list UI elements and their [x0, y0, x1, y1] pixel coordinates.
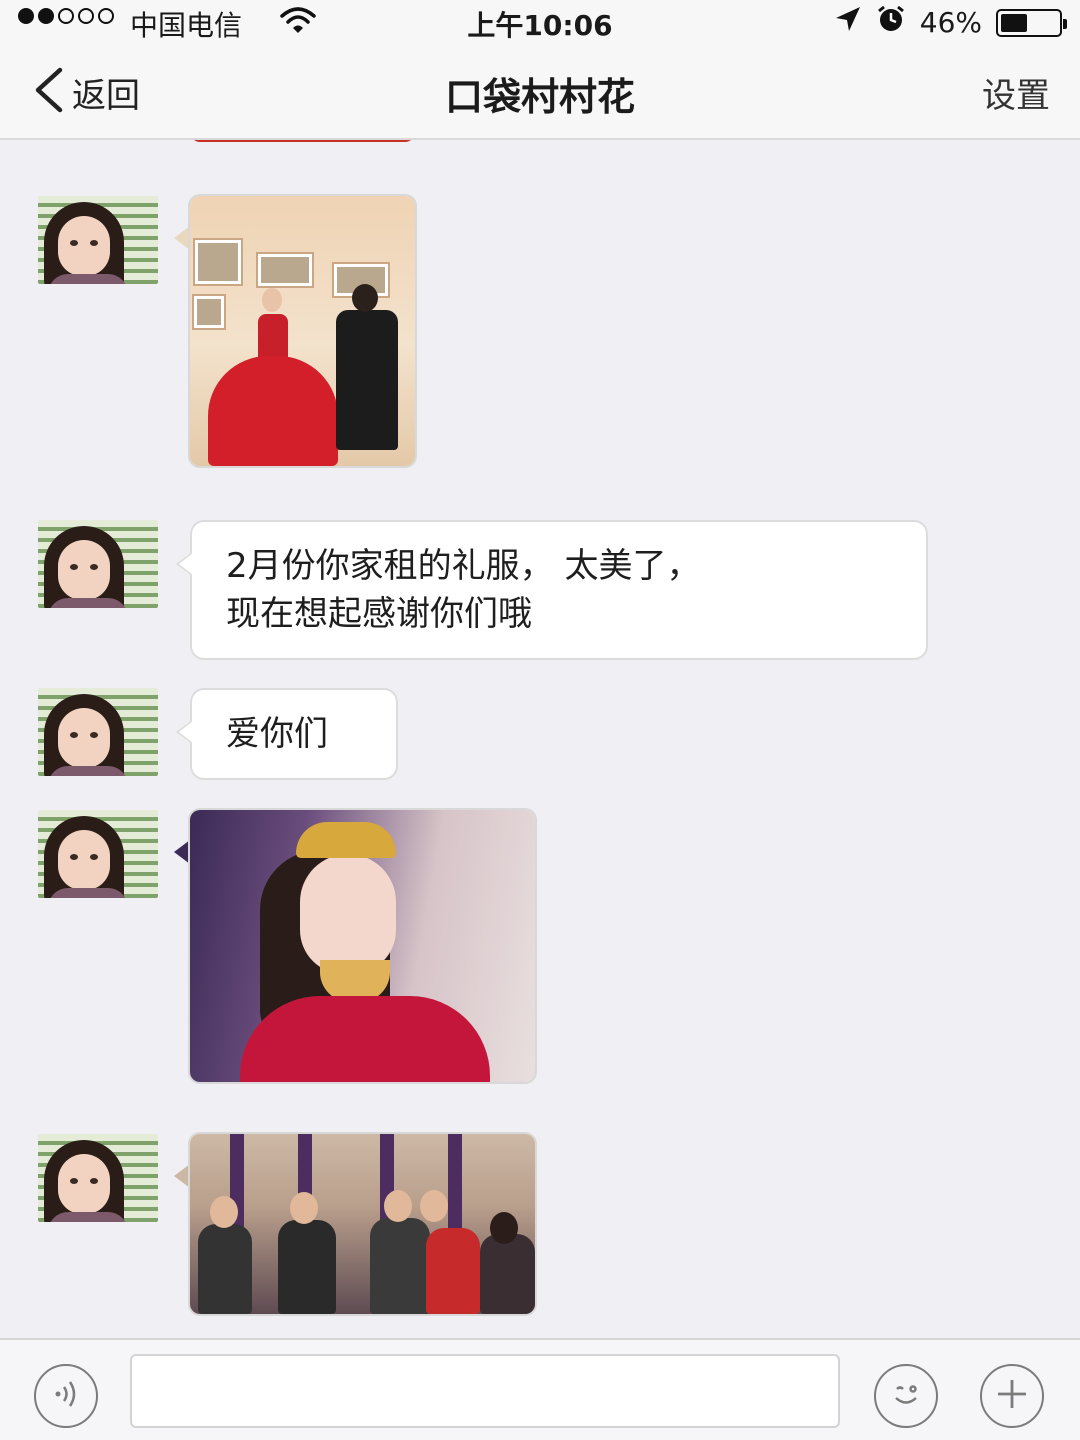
status-bar: 中国电信 上午10:06 46%	[0, 0, 1080, 44]
input-bar	[0, 1338, 1080, 1440]
previous-photo-edge	[190, 140, 415, 142]
location-arrow-icon	[834, 5, 862, 40]
voice-button[interactable]	[34, 1364, 98, 1428]
avatar[interactable]	[38, 520, 158, 608]
alarm-icon	[876, 4, 906, 41]
nav-bar: 返回 口袋村村花 设置	[0, 44, 1080, 140]
message-list[interactable]: 2月份你家租的礼服， 太美了， 现在想起感谢你们哦 爱你们	[0, 140, 1080, 1338]
message-text-line: 爱你们	[226, 714, 328, 754]
bubble-tail	[174, 226, 190, 250]
photo-message[interactable]	[190, 196, 415, 466]
message-input[interactable]	[130, 1354, 840, 1428]
text-message-bubble[interactable]: 爱你们	[176, 688, 398, 780]
photo-message[interactable]	[190, 810, 535, 1082]
plus-icon	[994, 1376, 1030, 1416]
chat-title: 口袋村村花	[444, 75, 635, 119]
battery-icon	[996, 8, 1067, 37]
bubble-tail	[174, 840, 190, 864]
message-text-line: 现在想起感谢你们哦	[226, 594, 532, 634]
avatar[interactable]	[38, 196, 158, 284]
photo-message[interactable]	[190, 1134, 535, 1314]
bubble-tail	[174, 1164, 190, 1188]
text-message-bubble[interactable]: 2月份你家租的礼服， 太美了， 现在想起感谢你们哦	[176, 520, 928, 660]
settings-button[interactable]: 设置	[982, 68, 1050, 117]
message-text-line: 2月份你家租的礼服， 太美了，	[226, 546, 701, 586]
chat-screen: 中国电信 上午10:06 46% 返回 口袋村村花 设置 2月份你家租的礼服， …	[0, 0, 1080, 1440]
emoji-button[interactable]	[874, 1364, 938, 1428]
emoji-icon	[886, 1374, 926, 1418]
plus-button[interactable]	[980, 1364, 1044, 1428]
avatar[interactable]	[38, 688, 158, 776]
avatar[interactable]	[38, 1134, 158, 1222]
avatar[interactable]	[38, 810, 158, 898]
battery-percent: 46%	[919, 6, 982, 39]
voice-icon	[48, 1376, 84, 1416]
